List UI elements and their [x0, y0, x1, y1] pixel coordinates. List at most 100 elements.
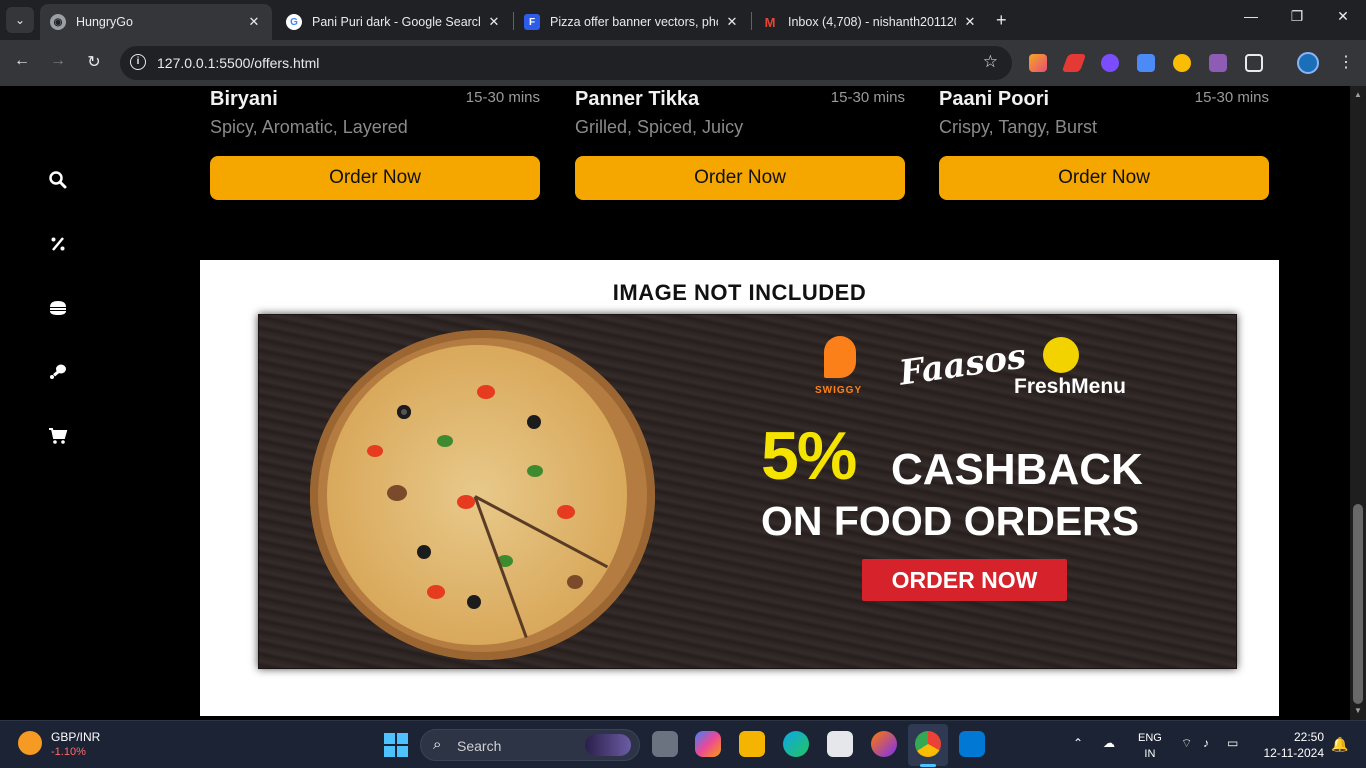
close-tab-icon[interactable]: ✕ [246, 14, 262, 30]
food-description: Spicy, Aromatic, Layered [210, 117, 408, 137]
search-icon: ⌕ [433, 736, 442, 753]
m-extension-icon[interactable] [1209, 54, 1227, 72]
clock-date: 12-11-2024 [1263, 746, 1325, 760]
reload-icon[interactable]: ↻ [83, 52, 105, 72]
burger-icon[interactable] [48, 298, 68, 318]
firefox-icon[interactable] [871, 731, 897, 757]
chevron-up-icon[interactable]: ⌃ [1073, 736, 1083, 750]
delivery-time: 15-30 mins [465, 89, 540, 106]
faasos-logo: Faasos [896, 336, 1029, 394]
site-info-icon[interactable]: i [130, 54, 146, 70]
notification-bell-icon[interactable]: 🔔 [1331, 736, 1348, 753]
food-description: Crispy, Tangy, Burst [939, 117, 1098, 137]
scroll-up-icon[interactable]: ▲ [1354, 90, 1362, 99]
tab-hungrygo[interactable]: ◉ HungryGo ✕ [40, 4, 272, 40]
browser-tab-strip: ⌄ ◉ HungryGo ✕ G Pani Puri dark - Google… [0, 0, 1366, 40]
cashback-percent: 5% [761, 418, 857, 494]
search-icon[interactable] [48, 170, 68, 190]
close-tab-icon[interactable]: ✕ [486, 14, 502, 30]
windows-taskbar: GBP/INR -1.10% ⌕ Search ⌃ ☁ ENG IN ⌔ ♪ ▭… [0, 720, 1366, 768]
cashback-subline: ON FOOD ORDERS [761, 498, 1140, 544]
freepik-icon: F [524, 14, 540, 30]
task-view-icon[interactable] [652, 731, 678, 757]
onedrive-icon[interactable]: ☁ [1103, 736, 1115, 750]
chrome-icon[interactable] [915, 731, 941, 757]
ticker-name[interactable]: GBP/INR [51, 730, 100, 744]
marker-extension-icon[interactable] [1061, 54, 1087, 72]
lang-code: ENG [1138, 732, 1162, 744]
food-name: Biryani [210, 88, 278, 110]
tab-title: Inbox (4,708) - nishanth201120 [788, 15, 956, 29]
bookmark-star-icon[interactable]: ☆ [983, 52, 998, 72]
order-now-button[interactable]: Order Now [210, 156, 540, 200]
wifi-icon[interactable]: ⌔ [1181, 736, 1192, 751]
freshmenu-logo-text: FreshMenu [1014, 375, 1127, 398]
taskbar-search[interactable]: ⌕ Search [420, 729, 640, 761]
battery-icon[interactable]: ▭ [1227, 736, 1238, 750]
back-icon[interactable]: ← [11, 52, 33, 70]
swiggy-logo-text: SWIGGY [815, 385, 863, 396]
cashback-word: CASHBACK [891, 445, 1143, 494]
more-menu-icon[interactable]: ⋮ [1338, 52, 1354, 72]
percent-icon[interactable] [48, 234, 68, 254]
promo-image[interactable]: SWIGGY Faasos FreshMenu 5% CASHBACK ON F… [258, 314, 1237, 669]
google-icon: G [286, 14, 302, 30]
new-tab-button[interactable]: + [996, 10, 1007, 31]
tab-google-search[interactable]: G Pani Puri dark - Google Search ✕ [276, 4, 512, 40]
image-caption: IMAGE NOT INCLUDED [612, 280, 867, 305]
close-tab-icon[interactable]: ✕ [724, 14, 740, 30]
minimize-icon[interactable]: — [1241, 8, 1261, 24]
close-tab-icon[interactable]: ✕ [962, 14, 978, 30]
offer-banner: IMAGE NOT INCLUDED SWIGGY Faasos FreshMe… [200, 260, 1279, 716]
copilot-icon[interactable] [695, 731, 721, 757]
swiggy-logo-icon [824, 336, 856, 378]
food-name: Paani Poori [939, 88, 1050, 110]
profile-avatar[interactable] [1297, 52, 1319, 74]
chrome-extension-icon[interactable] [1173, 54, 1191, 72]
close-window-icon[interactable]: ✕ [1333, 8, 1353, 25]
language-indicator[interactable]: ENG IN [1138, 730, 1162, 762]
gear-extension-icon[interactable] [1101, 54, 1119, 72]
order-now-button[interactable]: Order Now [939, 156, 1269, 200]
freshmenu-logo-icon [1043, 337, 1079, 373]
food-description: Grilled, Spiced, Juicy [575, 117, 744, 137]
gmail-icon: M [764, 14, 776, 30]
order-now-button[interactable]: Order Now [575, 156, 905, 200]
promo-order-now-button[interactable]: ORDER NOW [862, 559, 1067, 601]
address-bar[interactable]: i 127.0.0.1:5500/offers.html ☆ [120, 46, 1012, 80]
windows-start-icon[interactable] [384, 733, 408, 757]
vscode-icon[interactable] [959, 731, 985, 757]
active-app-indicator [920, 764, 936, 767]
cart-icon[interactable] [48, 426, 68, 446]
region-code: IN [1144, 748, 1156, 760]
delivery-time: 15-30 mins [1194, 89, 1269, 106]
tab-title: Pani Puri dark - Google Search [312, 15, 480, 29]
system-clock[interactable]: 22:50 12-11-2024 [1258, 729, 1325, 761]
market-widget-icon[interactable] [18, 731, 42, 755]
forward-icon[interactable]: → [47, 52, 69, 70]
docs-extension-icon[interactable] [1137, 54, 1155, 72]
tab-gmail[interactable]: M Inbox (4,708) - nishanth201120 ✕ [752, 4, 988, 40]
page-viewport: Biryani 15-30 mins Spicy, Aromatic, Laye… [0, 86, 1350, 720]
delivery-time: 15-30 mins [830, 89, 905, 106]
scrollbar-thumb[interactable] [1353, 504, 1363, 704]
store-icon[interactable] [827, 731, 853, 757]
scroll-down-icon[interactable]: ▼ [1354, 706, 1362, 715]
file-explorer-icon[interactable] [739, 731, 765, 757]
extensions-puzzle-icon[interactable] [1245, 54, 1263, 72]
page-scrollbar[interactable]: ▲ ▼ [1350, 86, 1366, 720]
search-highlight-art [585, 734, 631, 756]
tab-title: Pizza offer banner vectors, phot [550, 15, 718, 29]
volume-icon[interactable]: ♪ [1203, 736, 1209, 750]
tab-title: HungryGo [76, 15, 133, 29]
restore-icon[interactable]: ❐ [1287, 8, 1307, 25]
search-placeholder: Search [457, 738, 502, 754]
edge-icon[interactable] [783, 731, 809, 757]
food-name: Panner Tikka [575, 88, 700, 110]
tab-freepik[interactable]: F Pizza offer banner vectors, phot ✕ [514, 4, 750, 40]
pen-extension-icon[interactable] [1029, 54, 1047, 72]
ticker-value[interactable]: -1.10% [51, 746, 86, 758]
url-text[interactable]: 127.0.0.1:5500/offers.html [157, 55, 319, 71]
drumstick-icon[interactable] [48, 362, 68, 382]
tab-search-menu-button[interactable]: ⌄ [6, 7, 34, 33]
